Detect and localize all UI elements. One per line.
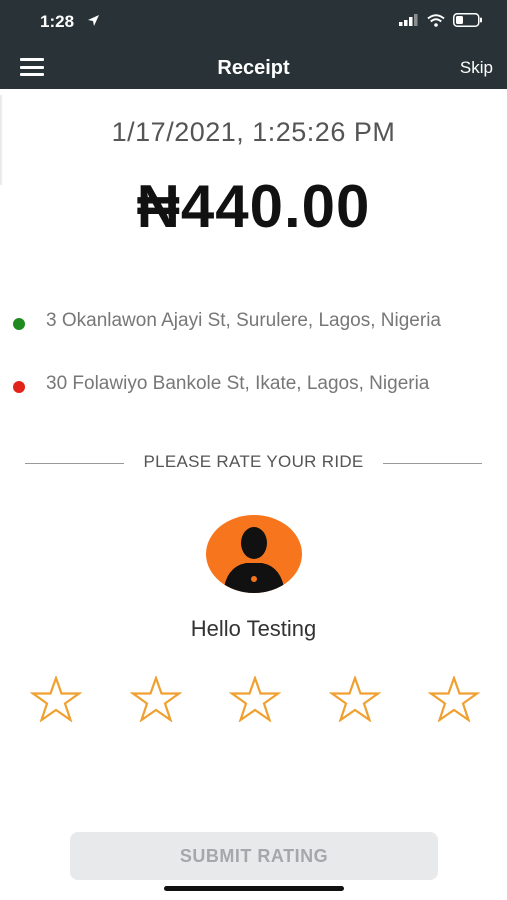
home-indicator[interactable] <box>164 886 344 891</box>
page-title: Receipt <box>217 57 290 79</box>
star-icon-1[interactable] <box>30 676 82 722</box>
location-arrow-icon <box>88 15 99 26</box>
wifi-icon <box>427 13 445 27</box>
star-icon-3[interactable] <box>229 676 281 722</box>
star-icon-5[interactable] <box>428 676 480 722</box>
rate-section-label: PLEASE RATE YOUR RIDE <box>143 452 364 471</box>
submit-rating-button[interactable]: SUBMIT RATING <box>70 832 438 880</box>
pickup-dot-icon <box>13 318 25 330</box>
dropoff-address: 30 Folawiyo Bankole St, Ikate, Lagos, Ni… <box>46 373 430 394</box>
app-header: 1:28 Receipt Skip <box>0 0 507 89</box>
cellular-signal-icon <box>399 14 418 26</box>
pickup-address: 3 Okanlawon Ajayi St, Surulere, Lagos, N… <box>46 310 441 331</box>
star-icon-4[interactable] <box>328 676 381 722</box>
status-time: 1:28 <box>40 12 75 31</box>
skip-button[interactable]: Skip <box>460 58 493 78</box>
receipt-datetime: 1/17/2021, 1:25:26 PM <box>111 117 396 147</box>
star-rating[interactable] <box>30 676 480 722</box>
dropoff-dot-icon <box>13 381 25 393</box>
person-silhouette-icon <box>223 527 285 593</box>
divider-right <box>383 463 482 464</box>
battery-icon <box>453 13 482 27</box>
driver-avatar <box>206 515 302 593</box>
status-icons <box>399 13 483 27</box>
receipt-amount: ₦440.00 <box>136 173 371 240</box>
star-icon-2[interactable] <box>129 676 182 722</box>
driver-greeting: Hello Testing <box>190 616 317 641</box>
